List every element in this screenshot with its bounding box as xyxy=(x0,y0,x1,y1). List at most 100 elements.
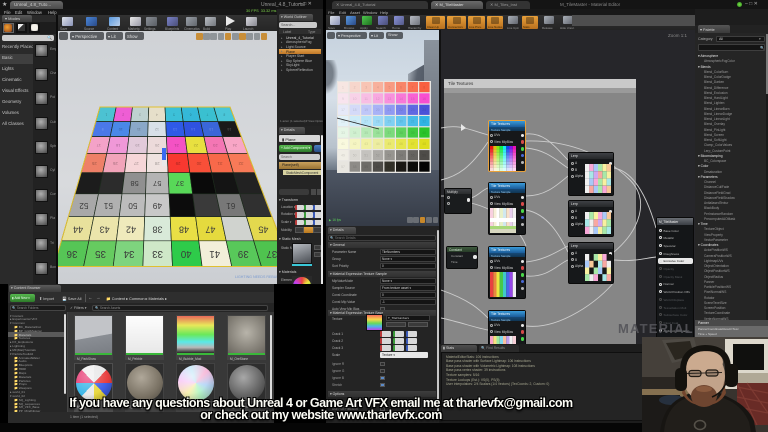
svg-text:1: 1 xyxy=(342,86,344,90)
svg-text:53: 53 xyxy=(388,154,392,158)
svg-text:46: 46 xyxy=(399,142,403,146)
svg-text:47: 47 xyxy=(411,142,415,146)
svg-text:29: 29 xyxy=(388,120,392,124)
svg-text:50: 50 xyxy=(128,201,138,210)
svg-text:28: 28 xyxy=(376,120,380,124)
svg-text:26: 26 xyxy=(112,161,117,166)
svg-text:31: 31 xyxy=(217,161,222,166)
svg-text:49: 49 xyxy=(152,201,162,210)
svg-text:8: 8 xyxy=(223,112,225,116)
svg-text:50: 50 xyxy=(353,154,357,158)
svg-text:10: 10 xyxy=(353,97,357,101)
svg-text:34: 34 xyxy=(123,248,134,259)
svg-text:44: 44 xyxy=(376,142,380,146)
svg-text:42: 42 xyxy=(126,224,136,234)
svg-text:45: 45 xyxy=(258,224,268,234)
svg-text:40: 40 xyxy=(422,131,426,135)
svg-text:4: 4 xyxy=(377,86,379,90)
svg-text:25: 25 xyxy=(91,161,96,166)
svg-text:12: 12 xyxy=(376,97,380,101)
svg-text:36: 36 xyxy=(66,248,77,259)
svg-text:24: 24 xyxy=(232,143,237,148)
svg-text:5: 5 xyxy=(173,112,175,116)
svg-text:39: 39 xyxy=(411,131,415,135)
svg-text:32: 32 xyxy=(422,120,426,124)
svg-text:60: 60 xyxy=(376,165,380,169)
svg-text:38: 38 xyxy=(399,131,403,135)
svg-text:7: 7 xyxy=(412,86,414,90)
svg-text:2: 2 xyxy=(354,86,356,90)
svg-text:43: 43 xyxy=(100,224,110,234)
svg-text:51: 51 xyxy=(103,201,113,210)
svg-text:8: 8 xyxy=(423,86,425,90)
svg-text:62: 62 xyxy=(399,165,403,169)
svg-text:61: 61 xyxy=(226,201,236,210)
svg-text:43: 43 xyxy=(364,142,368,146)
svg-text:63: 63 xyxy=(411,165,415,169)
svg-text:52: 52 xyxy=(79,201,89,210)
svg-text:56: 56 xyxy=(422,154,426,158)
svg-text:4: 4 xyxy=(156,112,158,116)
svg-text:59: 59 xyxy=(364,165,368,169)
svg-text:40: 40 xyxy=(180,248,191,259)
svg-text:24: 24 xyxy=(422,108,426,112)
svg-text:47: 47 xyxy=(205,224,215,234)
svg-text:31: 31 xyxy=(411,120,415,124)
svg-text:29: 29 xyxy=(175,161,180,166)
svg-text:14: 14 xyxy=(191,127,195,131)
svg-text:27: 27 xyxy=(133,161,138,166)
svg-text:7: 7 xyxy=(206,112,208,116)
svg-text:51: 51 xyxy=(364,154,368,158)
svg-text:16: 16 xyxy=(227,127,231,131)
svg-text:37: 37 xyxy=(388,131,392,135)
svg-text:55: 55 xyxy=(411,154,415,158)
svg-text:20: 20 xyxy=(376,108,380,112)
svg-text:23: 23 xyxy=(411,108,415,112)
svg-text:33: 33 xyxy=(341,131,345,135)
svg-text:21: 21 xyxy=(174,143,179,148)
svg-text:1: 1 xyxy=(105,112,107,116)
svg-text:54: 54 xyxy=(399,154,403,158)
svg-text:13: 13 xyxy=(388,97,392,101)
svg-text:3: 3 xyxy=(365,86,367,90)
svg-text:18: 18 xyxy=(353,108,357,112)
svg-text:19: 19 xyxy=(364,108,368,112)
svg-text:61: 61 xyxy=(388,165,392,169)
svg-text:11: 11 xyxy=(137,127,141,131)
svg-text:9: 9 xyxy=(102,127,104,131)
svg-text:2: 2 xyxy=(122,112,124,116)
svg-text:37: 37 xyxy=(176,179,184,188)
svg-text:17: 17 xyxy=(341,108,345,112)
svg-text:6: 6 xyxy=(189,112,191,116)
svg-text:28: 28 xyxy=(154,161,159,166)
svg-text:45: 45 xyxy=(388,142,392,146)
svg-text:42: 42 xyxy=(353,142,357,146)
svg-text:48: 48 xyxy=(179,224,189,234)
svg-text:30: 30 xyxy=(399,120,403,124)
svg-text:14: 14 xyxy=(399,97,403,101)
svg-text:11: 11 xyxy=(364,97,368,101)
svg-text:10: 10 xyxy=(119,127,123,131)
svg-text:12: 12 xyxy=(155,127,159,131)
svg-text:38: 38 xyxy=(152,224,162,234)
svg-text:48: 48 xyxy=(422,142,426,146)
svg-text:17: 17 xyxy=(96,143,101,148)
svg-text:18: 18 xyxy=(115,143,120,148)
svg-text:27: 27 xyxy=(364,120,368,124)
svg-text:58: 58 xyxy=(130,179,138,188)
svg-text:22: 22 xyxy=(399,108,403,112)
svg-text:35: 35 xyxy=(95,248,106,259)
svg-text:36: 36 xyxy=(376,131,380,135)
svg-text:30: 30 xyxy=(196,161,201,166)
svg-text:13: 13 xyxy=(173,127,177,131)
svg-text:39: 39 xyxy=(238,248,249,259)
svg-text:5: 5 xyxy=(388,86,390,90)
svg-text:41: 41 xyxy=(341,142,345,146)
svg-text:37: 37 xyxy=(266,248,277,259)
svg-text:33: 33 xyxy=(152,248,163,259)
svg-text:58: 58 xyxy=(353,165,357,169)
svg-text:9: 9 xyxy=(342,97,344,101)
svg-text:49: 49 xyxy=(341,154,345,158)
svg-text:15: 15 xyxy=(209,127,213,131)
svg-text:34: 34 xyxy=(353,131,357,135)
